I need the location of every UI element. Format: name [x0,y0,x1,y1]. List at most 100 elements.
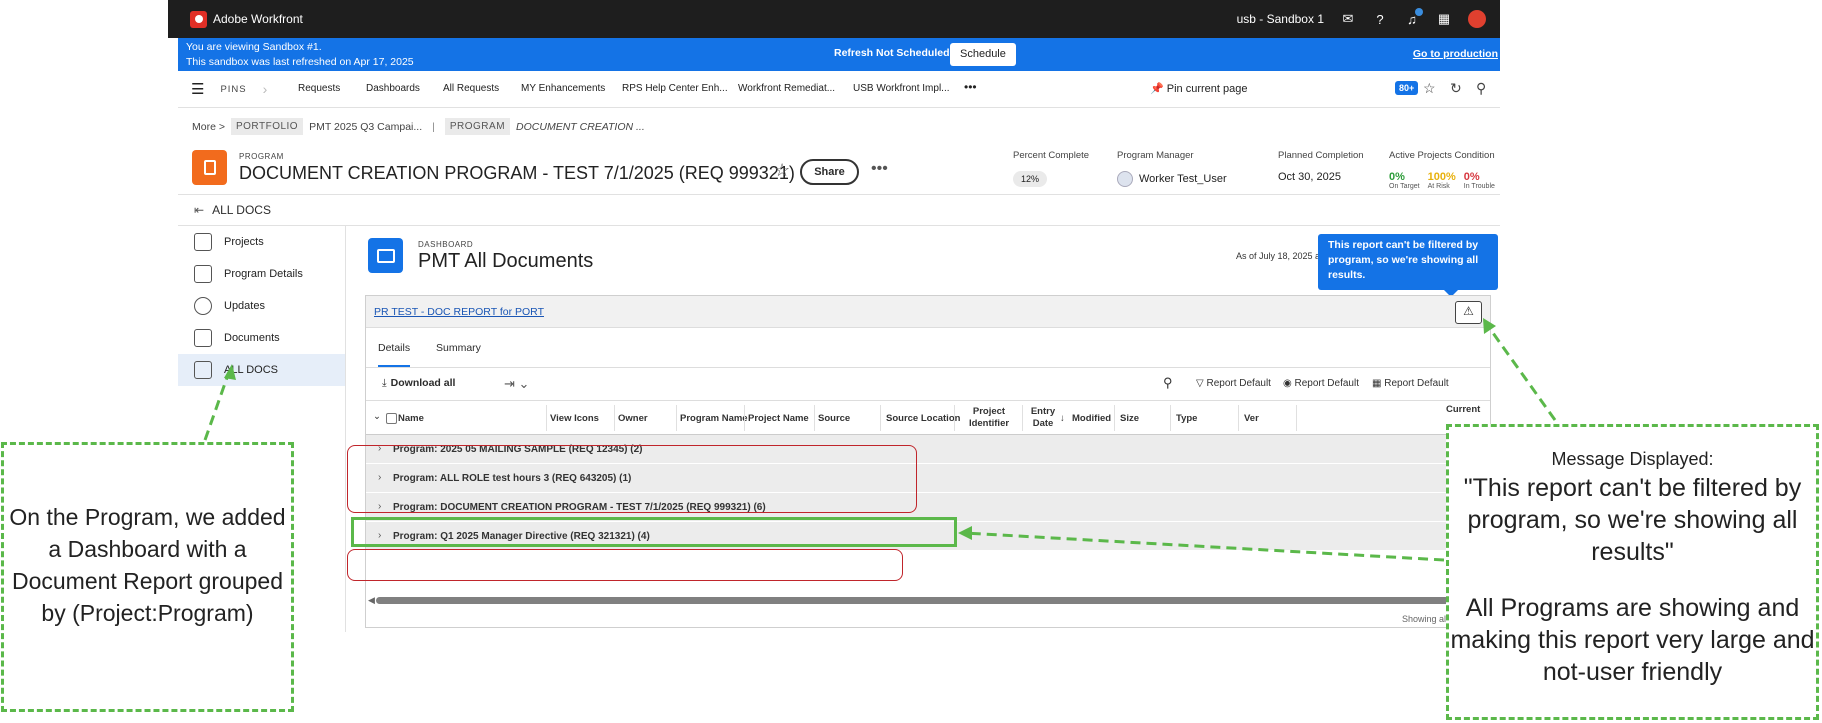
column-program-name[interactable]: Program Name [680,413,748,424]
tab-summary[interactable]: Summary [436,342,481,354]
expand-chevron-icon[interactable]: › [378,472,381,483]
percent-complete-label: Percent Complete [1013,150,1090,161]
adobe-logo-icon[interactable] [190,10,207,28]
column-entry-date[interactable]: Entry Date [1026,406,1060,430]
nav-item-usb-workfront[interactable]: USB Workfront Impl... [853,83,950,94]
percent-complete: Percent Complete 12% [1013,150,1089,187]
group-title: Program: DOCUMENT CREATION PROGRAM - TES… [393,502,766,513]
report-tabs: Details Summary [366,328,1490,368]
scroll-left-icon[interactable]: ◀ [368,595,375,606]
breadcrumb-more[interactable]: More > [192,121,225,133]
column-project-name[interactable]: Project Name [748,413,809,424]
history-icon[interactable]: ↻ [1450,80,1462,97]
column-name[interactable]: Name [398,413,424,424]
column-owner[interactable]: Owner [618,413,648,424]
star-icon[interactable]: ☆ [1423,80,1436,97]
sandbox-name[interactable]: usb - Sandbox 1 [1237,12,1324,26]
column-source-location[interactable]: Source Location [886,413,960,424]
left-annotation-text: On the Program, we added a Dashboard wit… [9,504,286,626]
collapse-panel-icon[interactable]: ⇤ [194,203,204,217]
nav-item-dashboards[interactable]: Dashboards [366,83,420,94]
nav-item-requests[interactable]: Requests [298,83,340,94]
expand-chevron-icon[interactable]: › [378,501,381,512]
column-ver[interactable]: Ver [1244,413,1259,424]
more-options-button[interactable]: ••• [871,160,888,178]
condition-at-risk: 100% At Risk [1428,171,1456,190]
download-all-button[interactable]: ⤓ Download all [382,377,455,390]
sidebar-item-documents[interactable]: Documents [178,322,345,354]
breadcrumb-program[interactable]: DOCUMENT CREATION ... [516,121,645,133]
column-project-identifier[interactable]: Project Identifier [960,406,1018,430]
pin-current-page-button[interactable]: 📌 Pin current page [1150,82,1247,95]
condition-text: At Risk [1427,183,1450,190]
view-button[interactable]: ◉ Report Default [1283,378,1359,389]
tab-details[interactable]: Details [378,342,411,367]
sandbox-banner: You are viewing Sandbox #1. This sandbox… [178,38,1500,71]
column-type[interactable]: Type [1176,413,1197,424]
menu-icon[interactable]: ☰ [191,80,204,98]
avatar[interactable] [1468,10,1486,28]
group-row[interactable]: › Program: Q1 2025 Manager Directive (REQ… [366,522,1490,551]
column-divider [744,405,745,431]
download-icon: ⤓ [382,377,387,389]
annotated-screenshot: Adobe Workfront usb - Sandbox 1 ✉ ? ♫ ▦ … [0,0,1822,723]
select-all-checkbox[interactable] [386,413,397,424]
column-view-icons[interactable]: View Icons [550,413,599,424]
nav-item-workfront-remediation[interactable]: Workfront Remediat... [738,83,835,94]
right-annotation-title: Message Displayed: [1551,449,1714,469]
bell-icon[interactable]: ♫ [1404,8,1423,27]
manager-avatar[interactable] [1117,171,1133,187]
nav-item-all-requests[interactable]: All Requests [443,83,499,94]
column-current[interactable]: Current [1446,404,1480,415]
program-manager-value[interactable]: Worker Test_User [1139,173,1227,185]
column-modified[interactable]: Modified [1072,413,1111,424]
column-size[interactable]: Size [1120,413,1139,424]
active-projects-condition: Active Projects Condition 0% On Target 10… [1389,150,1495,190]
nav-item-my-enhancements[interactable]: MY Enhancements [521,83,605,94]
sandbox-line-2: This sandbox was last refreshed on Apr 1… [186,56,414,68]
schedule-button[interactable]: Schedule [950,43,1016,66]
notification-count-badge[interactable]: 80+ [1395,81,1419,95]
breadcrumb-portfolio[interactable]: PMT 2025 Q3 Campai... [309,121,422,133]
report-name-link[interactable]: PR TEST - DOC REPORT for PORT [374,306,544,318]
apps-grid-icon[interactable]: ▦ [1436,11,1452,27]
group-row[interactable]: › Program: ALL ROLE test hours 3 (REQ 643… [366,464,1490,493]
search-icon[interactable]: ⚲ [1476,80,1486,97]
dashboard-kicker: DASHBOARD [418,240,474,249]
feedback-icon[interactable]: ✉ [1340,11,1356,27]
column-divider [1238,405,1239,431]
group-row[interactable]: › Program: 2025 05 MAILING SAMPLE (REQ 12… [366,435,1490,464]
sidebar-item-projects[interactable]: Projects [178,226,345,258]
search-icon[interactable]: ⚲ [1163,375,1173,391]
expand-chevron-icon[interactable]: › [378,530,381,541]
sort-down-icon[interactable]: ↓ [1060,413,1065,424]
sidebar-item-label: ALL DOCS [224,364,279,376]
breadcrumb-separator: | [432,120,435,133]
section-title: ALL DOCS [212,203,271,217]
column-divider [954,405,955,431]
column-source[interactable]: Source [818,413,850,424]
nav-more-button[interactable]: ••• [964,80,977,94]
expand-chevron-icon[interactable]: › [378,443,381,454]
favorite-star-icon[interactable]: ☆ [774,160,790,181]
nav-item-rps-help[interactable]: RPS Help Center Enh... [622,83,728,94]
app-title[interactable]: Adobe Workfront [213,12,303,26]
group-row[interactable]: › Program: DOCUMENT CREATION PROGRAM - TE… [366,493,1490,522]
horizontal-scrollbar[interactable] [376,597,1462,604]
dashboard-icon [194,361,212,379]
sidebar-item-program-details[interactable]: Program Details [178,258,345,290]
help-icon[interactable]: ? [1372,11,1388,27]
export-icon[interactable]: ⇥ ⌄ [504,376,529,392]
condition-value: 100% [1427,171,1456,183]
collapse-all-icon[interactable]: ⌄ [373,411,381,422]
sidebar-item-all-docs[interactable]: ALL DOCS [178,354,345,386]
filter-button[interactable]: ▽ Report Default [1196,378,1271,389]
planned-completion-value: Oct 30, 2025 [1278,171,1341,183]
grouping-button[interactable]: ▦ Report Default [1372,378,1449,389]
share-button[interactable]: Share [800,159,859,185]
go-to-production-link[interactable]: Go to production [1413,48,1498,60]
updates-icon [194,297,212,315]
warning-icon[interactable]: ⚠ [1455,301,1482,324]
sidebar-item-updates[interactable]: Updates [178,290,345,322]
column-divider [1022,405,1023,431]
